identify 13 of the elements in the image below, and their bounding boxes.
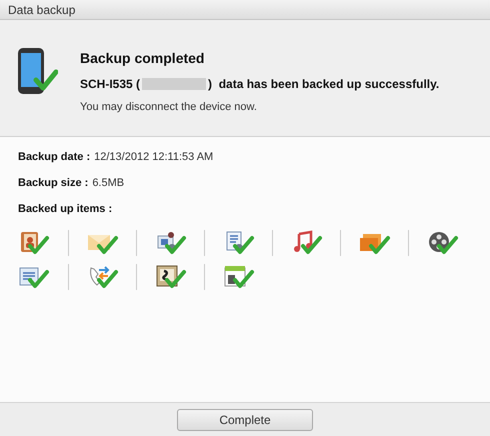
success-message: ) data has been backed up successfully.	[208, 76, 440, 93]
items-label: Backed up items :	[18, 202, 114, 217]
disconnect-note: You may disconnect the device now.	[80, 100, 258, 115]
redaction-bar	[142, 78, 206, 90]
detail-label: Backup date :	[18, 150, 90, 165]
detail-value: 12/13/2012 12:11:53 AM	[94, 150, 214, 165]
window-title: Data backup	[8, 2, 76, 18]
status-title: Backup completed	[80, 49, 206, 68]
detail-value: 6.5MB	[92, 176, 124, 191]
detail-label: Backup size :	[18, 176, 88, 191]
device-name: SCH-I535 (	[80, 76, 140, 93]
complete-button[interactable]: Complete	[177, 408, 313, 430]
phone-check-icon	[16, 46, 58, 96]
